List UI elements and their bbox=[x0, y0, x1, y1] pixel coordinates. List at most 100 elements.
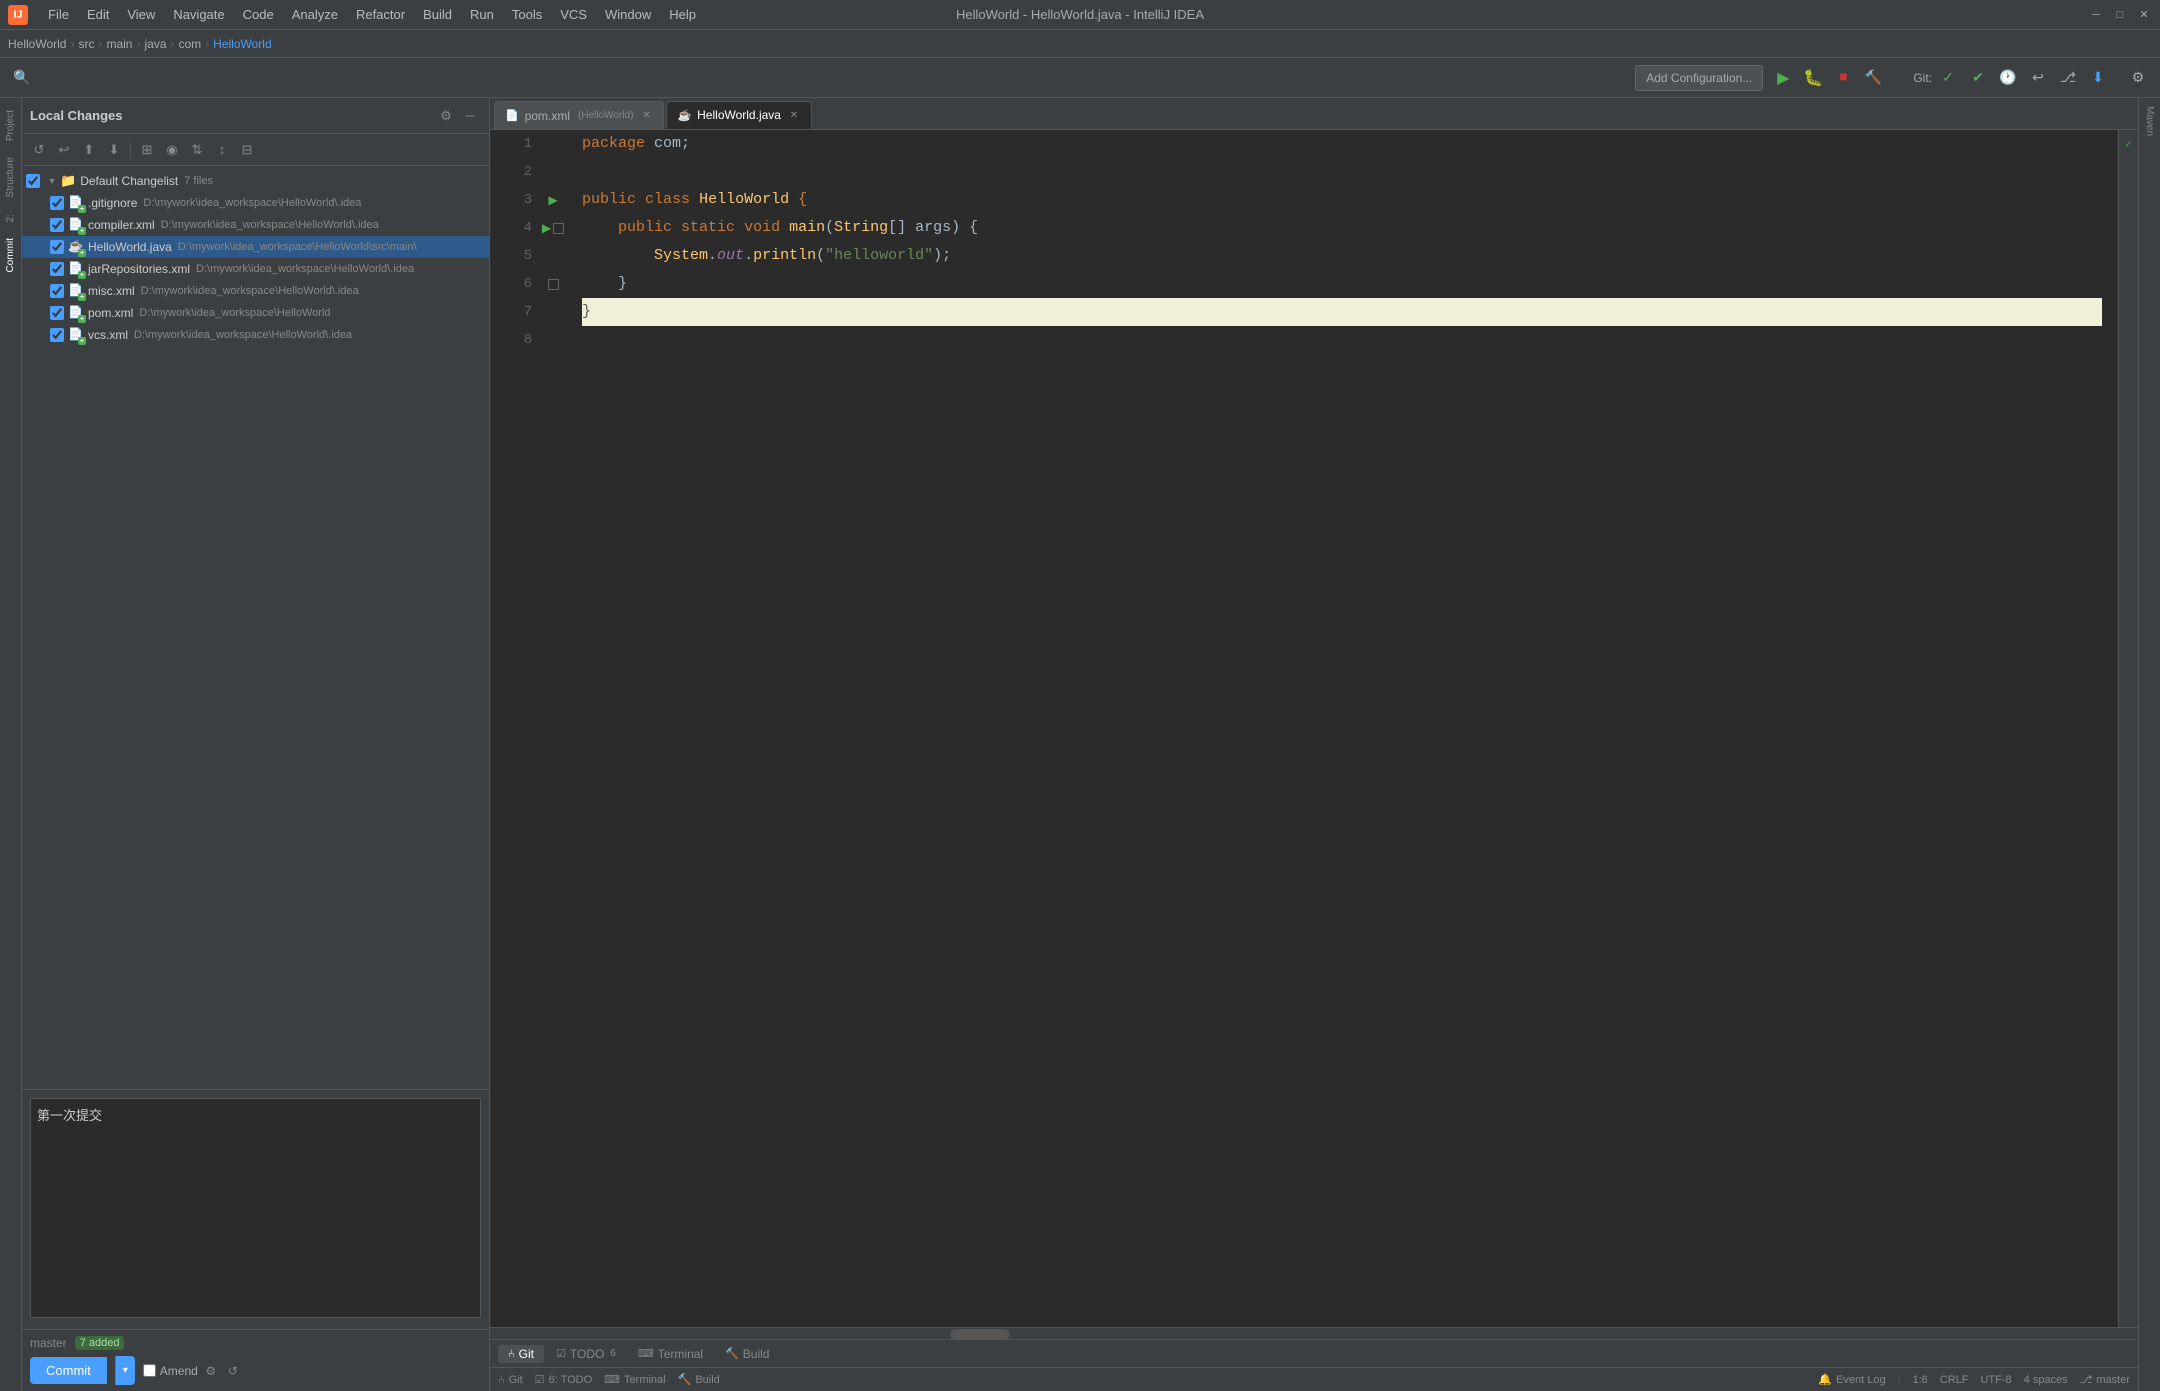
code-lines[interactable]: package com; public class HelloWorld { p… bbox=[566, 130, 2118, 1327]
file-helloworld-java[interactable]: ☕ + HelloWorld.java D:\mywork\idea_works… bbox=[22, 236, 489, 258]
git-tick-button[interactable]: ✔ bbox=[1964, 64, 1992, 92]
helloworld-java-tab-close[interactable]: ✕ bbox=[787, 108, 801, 122]
run-icon-line-4[interactable]: ▶ bbox=[542, 221, 551, 235]
file-compiler-xml[interactable]: 📄 + compiler.xml D:\mywork\idea_workspac… bbox=[22, 214, 489, 236]
commit-message-input[interactable]: 第一次提交 bbox=[30, 1098, 481, 1318]
menu-refactor[interactable]: Refactor bbox=[348, 5, 413, 24]
menu-vcs[interactable]: VCS bbox=[552, 5, 595, 24]
menu-window[interactable]: Window bbox=[597, 5, 659, 24]
amend-gear-button[interactable]: ⚙ bbox=[202, 1362, 220, 1380]
amend-checkbox[interactable] bbox=[143, 1364, 156, 1377]
breadcrumb-item-com[interactable]: com bbox=[179, 37, 202, 51]
breadcrumb-item-current[interactable]: HelloWorld bbox=[213, 37, 271, 51]
settings-button[interactable]: ⚙ bbox=[2124, 64, 2152, 92]
code-editor[interactable]: 1 2 3 4 5 6 7 8 ▶ ▶ bbox=[490, 130, 2138, 1327]
side-tab-structure[interactable]: Structure bbox=[3, 149, 18, 206]
bottom-tab-git[interactable]: ⑃ Git bbox=[498, 1345, 544, 1363]
changelist-toggle[interactable]: ▾ bbox=[44, 173, 60, 189]
close-button[interactable]: ✕ bbox=[2136, 7, 2152, 23]
menu-build[interactable]: Build bbox=[415, 5, 460, 24]
run-icon-line-3[interactable]: ▶ bbox=[548, 193, 557, 207]
git-history-button[interactable]: 🕐 bbox=[1994, 64, 2022, 92]
changelist-checkbox[interactable] bbox=[26, 174, 40, 188]
status-git-icon[interactable]: ⑃ Git bbox=[498, 1374, 523, 1386]
build-button[interactable]: 🔨 bbox=[1859, 64, 1887, 92]
side-tab-project[interactable]: Project bbox=[3, 102, 18, 149]
tab-pom-xml[interactable]: 📄 pom.xml (HelloWorld) ✕ bbox=[494, 101, 664, 129]
misc-xml-checkbox[interactable] bbox=[50, 284, 64, 298]
git-check-button[interactable]: ✓ bbox=[1934, 64, 1962, 92]
file-gitignore[interactable]: 📄 + .gitignore D:\mywork\idea_workspace\… bbox=[22, 192, 489, 214]
vcs-shelve-btn[interactable]: ⬆ bbox=[78, 139, 100, 161]
vcs-sort-btn[interactable]: ⇅ bbox=[186, 139, 208, 161]
bottom-tab-terminal[interactable]: ⌨ Terminal bbox=[628, 1345, 713, 1363]
helloworld-java-checkbox[interactable] bbox=[50, 240, 64, 254]
tab-helloworld-java[interactable]: ☕ HelloWorld.java ✕ bbox=[666, 101, 812, 129]
commit-button[interactable]: Commit bbox=[30, 1357, 107, 1384]
debug-button[interactable]: 🐛 bbox=[1799, 64, 1827, 92]
file-misc-xml[interactable]: 📄 + misc.xml D:\mywork\idea_workspace\He… bbox=[22, 280, 489, 302]
side-tab-commit[interactable]: Commit bbox=[3, 230, 18, 280]
status-terminal-item[interactable]: ⌨ Terminal bbox=[604, 1373, 665, 1386]
right-tab-maven[interactable]: Maven bbox=[2142, 98, 2157, 144]
status-encoding[interactable]: UTF-8 bbox=[1980, 1373, 2011, 1386]
run-button[interactable]: ▶ bbox=[1769, 64, 1797, 92]
panel-settings-btn[interactable]: ⚙ bbox=[435, 105, 457, 127]
toolbar-search-btn[interactable]: 🔍 bbox=[8, 64, 36, 92]
gitignore-icon-wrapper: 📄 + bbox=[68, 195, 84, 211]
git-branch-button[interactable]: ⎇ bbox=[2054, 64, 2082, 92]
status-todo-item[interactable]: ☑ 6: TODO bbox=[535, 1373, 592, 1386]
event-log-item[interactable]: 🔔 Event Log bbox=[1818, 1373, 1885, 1386]
git-download-button[interactable]: ⬇ bbox=[2084, 64, 2112, 92]
vcs-group-btn[interactable]: ⊞ bbox=[136, 139, 158, 161]
pom-xml-tab-close[interactable]: ✕ bbox=[639, 109, 653, 123]
menu-view[interactable]: View bbox=[119, 5, 163, 24]
vcs-unshelve-btn[interactable]: ⬇ bbox=[103, 139, 125, 161]
breadcrumb-item-java[interactable]: java bbox=[144, 37, 166, 51]
amend-refresh-button[interactable]: ↺ bbox=[224, 1362, 242, 1380]
vcs-xml-checkbox[interactable] bbox=[50, 328, 64, 342]
git-rollback-button[interactable]: ↩ bbox=[2024, 64, 2052, 92]
file-pom-xml[interactable]: 📄 + pom.xml D:\mywork\idea_workspace\Hel… bbox=[22, 302, 489, 324]
status-branch[interactable]: ⎇ master bbox=[2080, 1373, 2130, 1386]
menu-run[interactable]: Run bbox=[462, 5, 502, 24]
breadcrumb-item-src[interactable]: src bbox=[78, 37, 94, 51]
changelist-root[interactable]: ▾ 📁 Default Changelist 7 files bbox=[22, 170, 489, 192]
pom-xml-checkbox[interactable] bbox=[50, 306, 64, 320]
minimize-button[interactable]: ─ bbox=[2088, 7, 2104, 23]
vcs-collapseall-btn[interactable]: ⊟ bbox=[236, 139, 258, 161]
side-tab-2[interactable]: 2: bbox=[3, 206, 18, 230]
scrollbar-thumb[interactable] bbox=[950, 1329, 1010, 1339]
vcs-refresh-btn[interactable]: ↺ bbox=[28, 139, 50, 161]
menu-tools[interactable]: Tools bbox=[504, 5, 550, 24]
compiler-xml-checkbox[interactable] bbox=[50, 218, 64, 232]
status-indent[interactable]: 4 spaces bbox=[2024, 1373, 2068, 1386]
menu-help[interactable]: Help bbox=[661, 5, 704, 24]
jar-xml-checkbox[interactable] bbox=[50, 262, 64, 276]
status-line-ending[interactable]: CRLF bbox=[1940, 1373, 1969, 1386]
menu-analyze[interactable]: Analyze bbox=[284, 5, 346, 24]
file-jar-repositories-xml[interactable]: 📄 + jarRepositories.xml D:\mywork\idea_w… bbox=[22, 258, 489, 280]
gitignore-checkbox[interactable] bbox=[50, 196, 64, 210]
stop-button[interactable]: ⏹ bbox=[1829, 64, 1857, 92]
breadcrumb-item-main[interactable]: main bbox=[106, 37, 132, 51]
maximize-button[interactable]: □ bbox=[2112, 7, 2128, 23]
panel-close-btn[interactable]: ─ bbox=[459, 105, 481, 127]
add-configuration-button[interactable]: Add Configuration... bbox=[1635, 65, 1763, 91]
file-vcs-xml[interactable]: 📄 + vcs.xml D:\mywork\idea_workspace\Hel… bbox=[22, 324, 489, 346]
vcs-undo-btn[interactable]: ↩ bbox=[53, 139, 75, 161]
horizontal-scrollbar[interactable] bbox=[490, 1327, 2138, 1339]
bottom-tab-build[interactable]: 🔨 Build bbox=[715, 1345, 779, 1363]
menu-file[interactable]: File bbox=[40, 5, 77, 24]
breadcrumb-item-helloworld[interactable]: HelloWorld bbox=[8, 37, 66, 51]
vcs-expandall-btn[interactable]: ↕ bbox=[211, 139, 233, 161]
menu-code[interactable]: Code bbox=[235, 5, 282, 24]
status-line-col[interactable]: 1:6 bbox=[1912, 1373, 1927, 1386]
menu-navigate[interactable]: Navigate bbox=[165, 5, 232, 24]
bottom-tab-todo[interactable]: ☑ TODO 6 bbox=[546, 1345, 626, 1363]
gutter: ▶ ▶ bbox=[540, 130, 566, 1327]
vcs-eye-btn[interactable]: ◉ bbox=[161, 139, 183, 161]
status-build-item[interactable]: 🔨 Build bbox=[678, 1373, 720, 1386]
commit-dropdown-button[interactable]: ▾ bbox=[115, 1356, 135, 1385]
menu-edit[interactable]: Edit bbox=[79, 5, 117, 24]
